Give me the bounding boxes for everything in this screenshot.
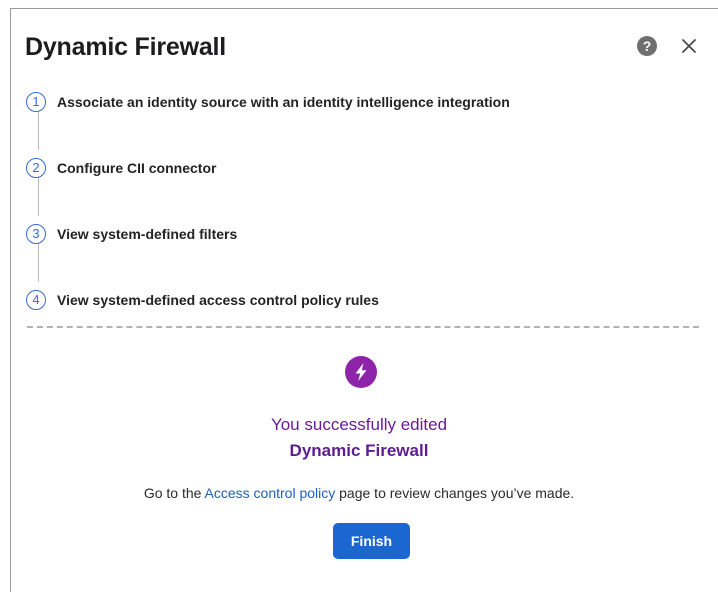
lightning-bolt-icon bbox=[345, 356, 377, 388]
close-icon[interactable] bbox=[678, 35, 700, 57]
info-suffix: page to review changes you’ve made. bbox=[335, 485, 575, 501]
help-icon[interactable]: ? bbox=[637, 36, 657, 56]
dialog-title: Dynamic Firewall bbox=[25, 33, 227, 61]
step-2: 2 Configure CII connector bbox=[26, 156, 216, 180]
step-number: 4 bbox=[26, 290, 46, 310]
step-number: 2 bbox=[26, 158, 46, 178]
step-number: 1 bbox=[26, 92, 46, 112]
success-message: You successfully edited bbox=[270, 415, 448, 434]
info-message: Go to the Access control policy page to … bbox=[0, 485, 718, 501]
step-3: 3 View system-defined filters bbox=[26, 222, 237, 246]
step-label: View system-defined filters bbox=[57, 226, 238, 242]
step-label: View system-defined access control polic… bbox=[57, 292, 379, 308]
access-control-policy-link[interactable]: Access control policy bbox=[205, 485, 336, 501]
step-1: 1 Associate an identity source with an i… bbox=[26, 90, 510, 114]
dashed-divider bbox=[27, 326, 699, 328]
step-number: 3 bbox=[26, 224, 46, 244]
step-4: 4 View system-defined access control pol… bbox=[26, 288, 379, 312]
step-label: Configure CII connector bbox=[57, 160, 217, 176]
step-label: Associate an identity source with an ide… bbox=[57, 94, 510, 110]
info-prefix: Go to the bbox=[143, 485, 205, 501]
finish-button[interactable]: Finish bbox=[333, 523, 410, 559]
success-item-name: Dynamic Firewall bbox=[289, 441, 429, 460]
